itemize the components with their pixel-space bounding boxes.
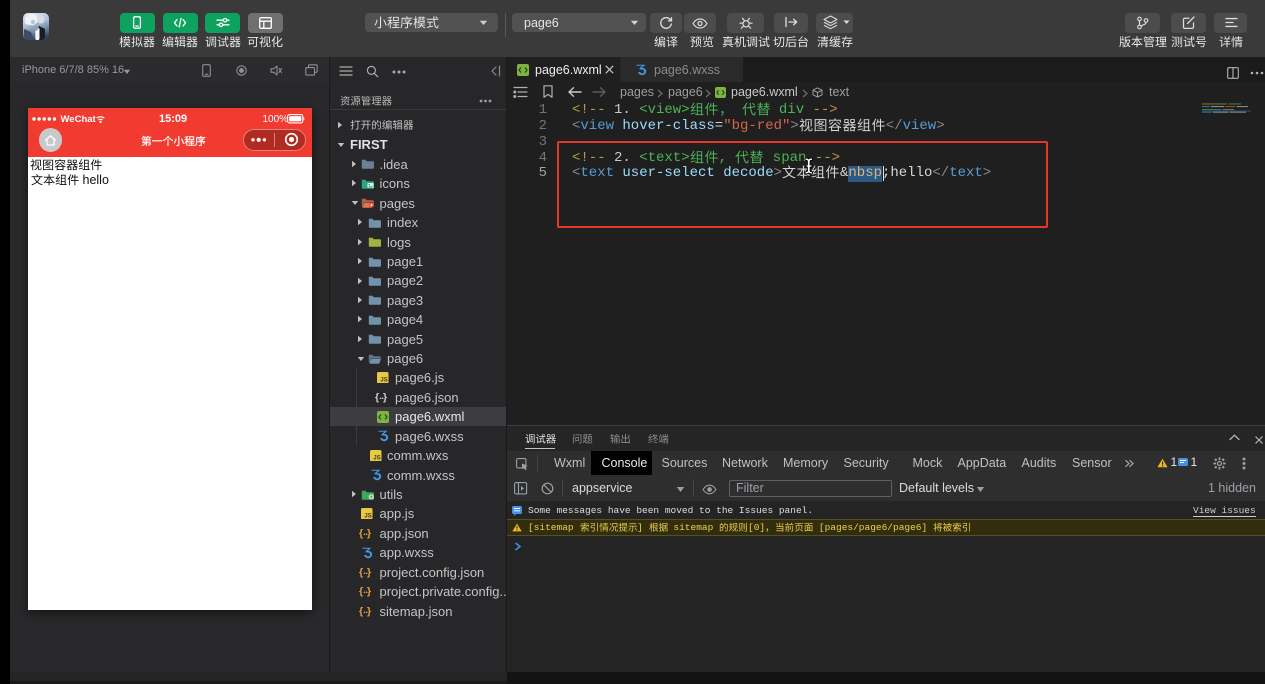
svg-text:JS: JS	[373, 454, 381, 461]
svg-text:{: {	[359, 528, 363, 540]
svg-text:}: }	[367, 586, 371, 598]
svg-text:{: {	[375, 392, 379, 404]
svg-text:}: }	[367, 566, 371, 578]
svg-text:{: {	[359, 586, 363, 598]
svg-text:}: }	[383, 392, 387, 404]
svg-text:{: {	[359, 605, 363, 617]
svg-text:}: }	[367, 528, 371, 540]
svg-text:JS: JS	[380, 376, 388, 383]
svg-text:JS: JS	[364, 512, 372, 519]
svg-text:}: }	[367, 605, 371, 617]
svg-text:{: {	[359, 566, 363, 578]
